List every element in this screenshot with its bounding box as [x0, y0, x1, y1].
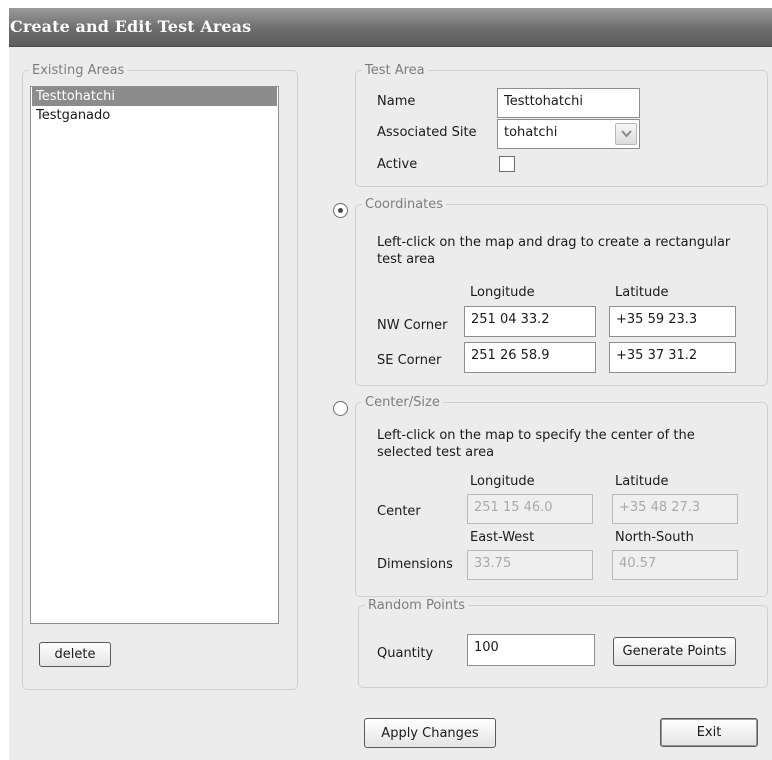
active-checkbox[interactable] [499, 156, 515, 172]
associated-site-label: Associated Site [377, 125, 477, 140]
nw-latitude-field[interactable]: +35 59 23.3 [609, 306, 736, 337]
list-item[interactable]: Testganado [32, 106, 277, 125]
coordinates-longitude-header: Longitude [470, 285, 535, 300]
associated-site-select[interactable]: tohatchi [497, 119, 640, 149]
dimensions-label: Dimensions [377, 557, 453, 572]
nw-corner-label: NW Corner [377, 318, 448, 333]
active-label: Active [377, 157, 418, 172]
coordinates-radio[interactable] [333, 203, 348, 218]
exit-button[interactable]: Exit [660, 718, 758, 747]
east-west-header: East-West [470, 530, 535, 545]
center-latitude-header: Latitude [615, 474, 669, 489]
se-corner-label: SE Corner [377, 353, 442, 368]
quantity-field[interactable]: 100 [467, 634, 595, 666]
title-bar[interactable]: Create and Edit Test Areas [9, 8, 772, 47]
center-size-instruction: Left-click on the map to specify the cen… [377, 428, 695, 460]
apply-changes-button[interactable]: Apply Changes [364, 718, 496, 748]
coordinates-instruction: Left-click on the map and drag to create… [377, 235, 731, 267]
nw-longitude-field[interactable]: 251 04 33.2 [464, 306, 596, 337]
center-label: Center [377, 504, 421, 519]
coordinates-latitude-header: Latitude [615, 285, 669, 300]
random-points-legend: Random Points [368, 598, 466, 613]
center-latitude-field[interactable]: +35 48 27.3 [612, 494, 738, 524]
name-label: Name [377, 94, 416, 109]
list-item[interactable]: Testtohatchi [32, 87, 277, 106]
center-size-legend: Center/Size [365, 395, 440, 410]
delete-button[interactable]: delete [39, 642, 111, 667]
north-south-field[interactable]: 40.57 [612, 550, 738, 580]
coordinates-legend: Coordinates [365, 197, 444, 212]
quantity-label: Quantity [377, 646, 434, 661]
center-size-radio[interactable] [333, 401, 348, 416]
se-longitude-field[interactable]: 251 26 58.9 [464, 342, 596, 373]
list-item-label: Testtohatchi [36, 89, 115, 104]
se-latitude-field[interactable]: +35 37 31.2 [609, 342, 736, 373]
test-area-legend: Test Area [365, 63, 425, 78]
associated-site-value: tohatchi [504, 125, 558, 140]
center-longitude-header: Longitude [470, 474, 535, 489]
north-south-header: North-South [615, 530, 694, 545]
name-field[interactable]: Testtohatchi [497, 88, 640, 118]
chevron-down-icon[interactable] [615, 123, 637, 145]
existing-areas-legend: Existing Areas [32, 63, 125, 78]
existing-areas-list[interactable]: Testtohatchi Testganado [30, 86, 279, 624]
center-longitude-field[interactable]: 251 15 46.0 [467, 494, 593, 524]
list-item-label: Testganado [36, 108, 111, 123]
generate-points-button[interactable]: Generate Points [613, 637, 736, 666]
window-title: Create and Edit Test Areas [10, 17, 252, 36]
east-west-field[interactable]: 33.75 [467, 550, 593, 580]
